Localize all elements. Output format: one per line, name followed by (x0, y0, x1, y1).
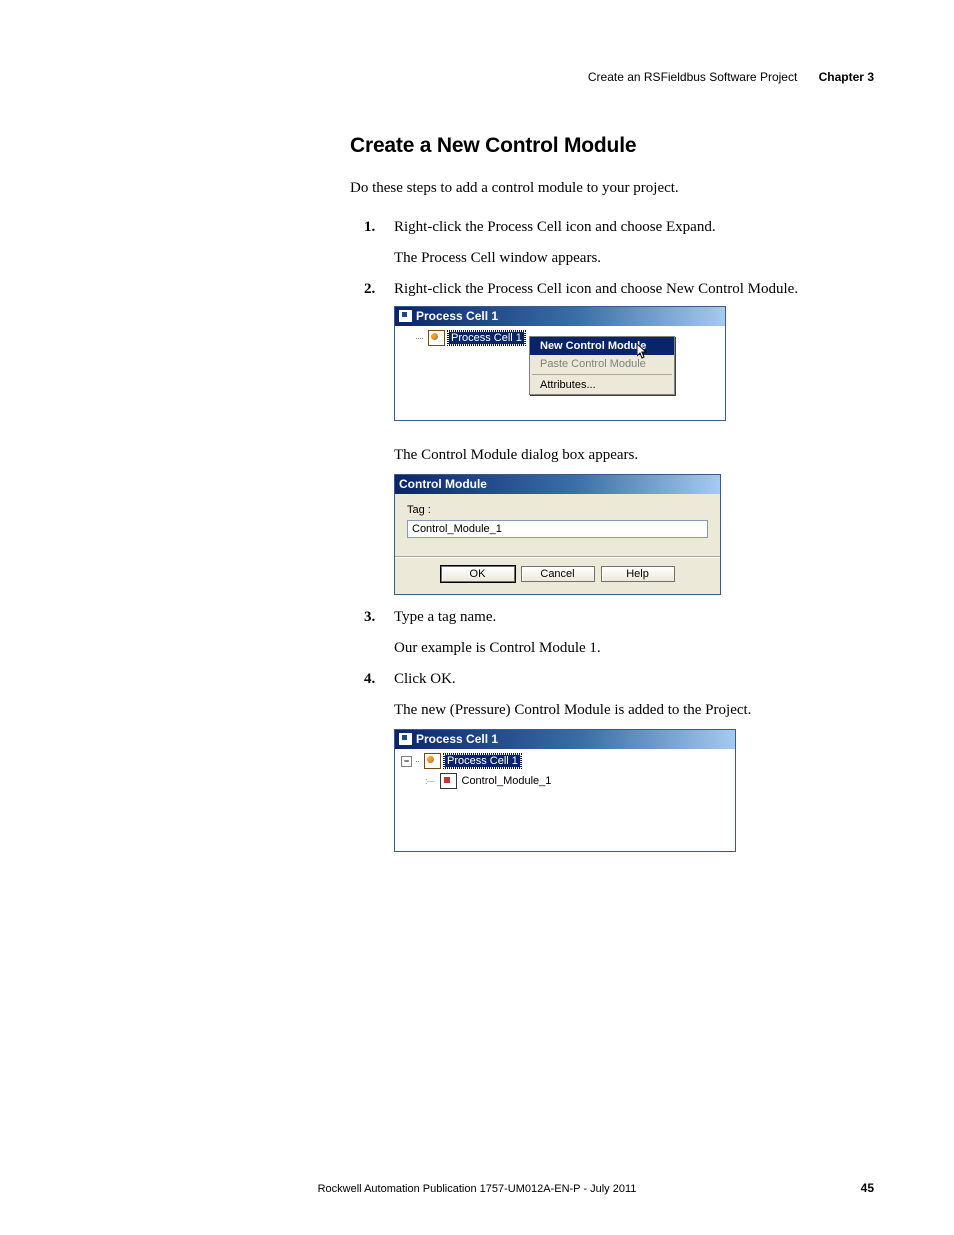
process-cell-icon (428, 330, 445, 346)
menu-new-control-module[interactable]: New Control Module (530, 337, 674, 355)
screenshot-control-module-dialog: Control Module Tag : OK Cancel Help (394, 474, 874, 595)
tree-node-process-cell[interactable]: ·· Process Cell 1 (401, 753, 731, 769)
step-list: 1. Right-click the Process Cell icon and… (350, 219, 874, 852)
tree-node-label: Process Cell 1 (448, 331, 525, 345)
step-text: Type a tag name. (394, 609, 496, 625)
breadcrumb: Create an RSFieldbus Software Project (588, 70, 797, 84)
tree-connector-icon: ···· (415, 333, 423, 343)
screenshot-context-menu: Process Cell 1 ···· Process Cell 1 (394, 306, 874, 421)
step-text: Right-click the Process Cell icon and ch… (394, 281, 798, 297)
control-module-icon (440, 773, 457, 789)
chapter-label: Chapter 3 (819, 70, 874, 84)
cancel-button[interactable]: Cancel (521, 566, 595, 582)
window-icon (399, 310, 412, 322)
step-text: Right-click the Process Cell icon and ch… (394, 219, 716, 235)
intro-text: Do these steps to add a control module t… (350, 180, 874, 197)
page-number: 45 (861, 1181, 874, 1195)
step-1: 1. Right-click the Process Cell icon and… (350, 219, 874, 267)
tree-connector-icon: ·· (415, 756, 419, 766)
page-header: Create an RSFieldbus Software Project Ch… (80, 70, 874, 84)
window-titlebar[interactable]: Process Cell 1 (395, 307, 725, 326)
dialog-divider (395, 556, 720, 558)
tag-label: Tag : (407, 504, 708, 516)
tree-node-process-cell[interactable]: ···· Process Cell 1 (415, 330, 525, 346)
tree-node-label: Process Cell 1 (444, 754, 521, 768)
context-menu: New Control Module Paste Control Module … (529, 336, 675, 395)
help-button[interactable]: Help (601, 566, 675, 582)
menu-attributes[interactable]: Attributes... (530, 376, 674, 394)
tree-node-label: Control_Module_1 (460, 775, 554, 787)
step-number: 1. (364, 219, 375, 236)
process-cell-icon (424, 753, 441, 769)
section-title: Create a New Control Module (350, 134, 874, 158)
step-number: 2. (364, 281, 375, 298)
ok-button[interactable]: OK (441, 566, 515, 582)
menu-separator (532, 374, 672, 375)
dialog-title: Control Module (399, 477, 487, 491)
menu-paste-control-module: Paste Control Module (530, 355, 674, 373)
step-number: 3. (364, 609, 375, 626)
tree-connector-icon: :···· (425, 776, 435, 786)
tree-collapse-icon[interactable] (401, 756, 412, 767)
window-icon (399, 733, 412, 745)
step-number: 4. (364, 671, 375, 688)
step-2: 2. Right-click the Process Cell icon and… (350, 281, 874, 595)
step-text: Click OK. (394, 671, 456, 687)
step-4: 4. Click OK. The new (Pressure) Control … (350, 671, 874, 852)
screenshot-tree-result: Process Cell 1 ·· Process Cell 1 :···· (394, 729, 874, 852)
window-title: Process Cell 1 (416, 309, 498, 323)
tag-input[interactable] (407, 520, 708, 538)
footer-publication: Rockwell Automation Publication 1757-UM0… (0, 1183, 954, 1195)
step-note: The Control Module dialog box appears. (394, 447, 874, 464)
dialog-titlebar[interactable]: Control Module (395, 475, 720, 494)
step-3: 3. Type a tag name. Our example is Contr… (350, 609, 874, 657)
step-note: The new (Pressure) Control Module is add… (394, 702, 874, 719)
tree-node-control-module[interactable]: :···· Control_Module_1 (425, 773, 731, 789)
window-titlebar[interactable]: Process Cell 1 (395, 730, 735, 749)
step-note: The Process Cell window appears. (394, 250, 874, 267)
window-title: Process Cell 1 (416, 732, 498, 746)
step-note: Our example is Control Module 1. (394, 640, 874, 657)
